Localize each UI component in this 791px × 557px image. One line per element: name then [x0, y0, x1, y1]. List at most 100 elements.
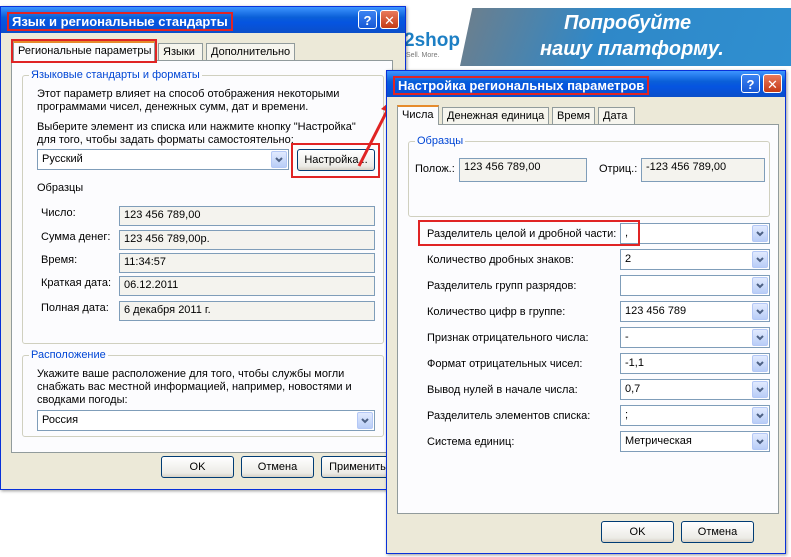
standards-instr-line2: для того, чтобы задать форматы самостоят… [37, 134, 294, 146]
window2-ok-button[interactable]: OK [601, 521, 674, 543]
location-group-label: Расположение [29, 349, 108, 361]
location-select-value: Россия [42, 414, 79, 426]
window2-help-button[interactable]: ? [741, 74, 760, 93]
setting-label-measurement-system: Система единиц: [427, 436, 515, 448]
group-separator-select[interactable] [620, 275, 770, 296]
tab-languages[interactable]: Языки [158, 43, 203, 61]
samples-label: Образцы [37, 182, 84, 194]
locale-select-value: Русский [42, 153, 83, 165]
customize-regional-window: Настройка региональных параметров ? ✕ Чи… [386, 70, 786, 554]
standards-group: Языковые стандарты и форматы Этот параме… [22, 69, 384, 344]
window1-ok-button[interactable]: OK [161, 456, 234, 478]
measurement-system-select[interactable]: Метрическая [620, 431, 770, 452]
leading-zero-value: 0,7 [625, 383, 641, 395]
window1-apply-button[interactable]: Применить [321, 456, 394, 478]
window2-titlebar[interactable]: Настройка региональных параметров ? ✕ [387, 71, 785, 97]
sample-label-long-date: Полная дата: [41, 302, 109, 314]
window2-samples-label: Образцы [415, 135, 466, 147]
window2-close-button[interactable]: ✕ [763, 74, 782, 93]
ad-line1: Попробуйте [564, 12, 692, 34]
negative-label: Отриц.: [599, 163, 638, 175]
window1-help-button[interactable]: ? [358, 10, 377, 29]
setting-label-digit-grouping: Количество цифр в группе: [427, 306, 566, 318]
sample-value-time: 11:34:57 [119, 253, 375, 273]
setting-label-leading-zero: Вывод нулей в начале числа: [427, 384, 578, 396]
decimal-separator-select[interactable]: , [620, 223, 770, 244]
location-select[interactable]: Россия [37, 410, 375, 431]
measurement-system-value: Метрическая [625, 435, 692, 447]
question-icon: ? [746, 77, 755, 92]
sample-label-number: Число: [41, 207, 76, 219]
location-desc-line3: сводками погоды: [37, 394, 128, 406]
sample-label-currency: Сумма денег: [41, 231, 111, 243]
window1-close-button[interactable]: ✕ [380, 10, 399, 29]
digit-grouping-select[interactable]: 123 456 789 [620, 301, 770, 322]
ad-banner[interactable]: 2shop Sell. More. Попробуйте нашу платфо… [404, 0, 791, 66]
chevron-down-icon[interactable] [752, 251, 768, 268]
sample-value-short-date: 06.12.2011 [119, 276, 375, 296]
tab-time[interactable]: Время [552, 107, 595, 125]
close-icon: ✕ [767, 77, 778, 92]
chevron-down-icon[interactable] [752, 277, 768, 294]
digit-grouping-value: 123 456 789 [625, 305, 687, 317]
negative-sign-select[interactable]: - [620, 327, 770, 348]
negative-value: -123 456 789,00 [641, 158, 765, 182]
window1-cancel-button[interactable]: Отмена [241, 456, 314, 478]
setting-label-list-separator: Разделитель элементов списка: [427, 410, 591, 422]
window1-titlebar[interactable]: Язык и региональные стандарты ? ✕ [1, 7, 405, 33]
chevron-down-icon[interactable] [271, 151, 287, 168]
sample-value-number: 123 456 789,00 [119, 206, 375, 226]
sample-label-time: Время: [41, 254, 78, 266]
decimal-digits-select[interactable]: 2 [620, 249, 770, 270]
tab-date[interactable]: Дата [598, 107, 635, 125]
window2-title: Настройка региональных параметров [393, 76, 650, 95]
chevron-down-icon[interactable] [752, 355, 768, 372]
chevron-down-icon[interactable] [752, 381, 768, 398]
negative-sign-value: - [625, 331, 629, 343]
leading-zero-select[interactable]: 0,7 [620, 379, 770, 400]
location-desc-line1: Укажите ваше расположение для того, чтоб… [37, 368, 345, 380]
decimal-separator-highlight [418, 220, 640, 246]
setting-label-decimal-digits: Количество дробных знаков: [427, 254, 574, 266]
list-separator-value: ; [625, 409, 629, 421]
ad-brand-sub: Sell. More. [406, 52, 440, 59]
window2-tab-panel: Образцы Полож.: 123 456 789,00 Отриц.: -… [397, 124, 779, 514]
chevron-down-icon[interactable] [752, 329, 768, 346]
sample-label-short-date: Краткая дата: [41, 277, 112, 289]
tab-currency[interactable]: Денежная единица [442, 107, 549, 125]
standards-desc-line1: Этот параметр влияет на способ отображен… [37, 88, 340, 100]
chevron-down-icon[interactable] [752, 407, 768, 424]
sample-value-long-date: 6 декабря 2011 г. [119, 301, 375, 321]
window2-samples-group: Образцы Полож.: 123 456 789,00 Отриц.: -… [408, 135, 770, 217]
sample-value-currency: 123 456 789,00р. [119, 230, 375, 250]
location-group: Расположение Укажите ваше расположение д… [22, 349, 384, 437]
window1-title: Язык и региональные стандарты [7, 12, 233, 31]
question-icon: ? [363, 13, 372, 28]
chevron-down-icon[interactable] [752, 225, 768, 242]
standards-group-label: Языковые стандарты и форматы [29, 69, 202, 81]
chevron-down-icon[interactable] [357, 412, 373, 429]
chevron-down-icon[interactable] [752, 303, 768, 320]
negative-format-value: -1,1 [625, 357, 644, 369]
regional-settings-window: Язык и региональные стандарты ? ✕ Регион… [0, 6, 406, 490]
negative-format-select[interactable]: -1,1 [620, 353, 770, 374]
window1-tab-panel: Языковые стандарты и форматы Этот параме… [11, 60, 393, 453]
ad-brand: 2shop [404, 30, 460, 51]
tab-regional-options[interactable]: Региональные параметры [11, 39, 157, 63]
ad-line2: нашу платформу. [540, 38, 724, 60]
standards-desc-line2: программами чисел, денежных сумм, дат и … [37, 101, 309, 113]
positive-value: 123 456 789,00 [459, 158, 587, 182]
setting-label-negative-sign: Признак отрицательного числа: [427, 332, 589, 344]
setting-label-negative-format: Формат отрицательных чисел: [427, 358, 583, 370]
location-desc-line2: снабжать вас местной информацией, наприм… [37, 381, 352, 393]
decimal-digits-value: 2 [625, 253, 632, 265]
window2-cancel-button[interactable]: Отмена [681, 521, 754, 543]
chevron-down-icon[interactable] [752, 433, 768, 450]
tab-numbers[interactable]: Числа [397, 105, 439, 125]
setting-label-group-separator: Разделитель групп разрядов: [427, 280, 577, 292]
positive-label: Полож.: [415, 163, 455, 175]
locale-select[interactable]: Русский [37, 149, 289, 170]
list-separator-select[interactable]: ; [620, 405, 770, 426]
standards-instr-line1: Выберите элемент из списка или нажмите к… [37, 121, 356, 133]
tab-advanced[interactable]: Дополнительно [206, 43, 295, 61]
